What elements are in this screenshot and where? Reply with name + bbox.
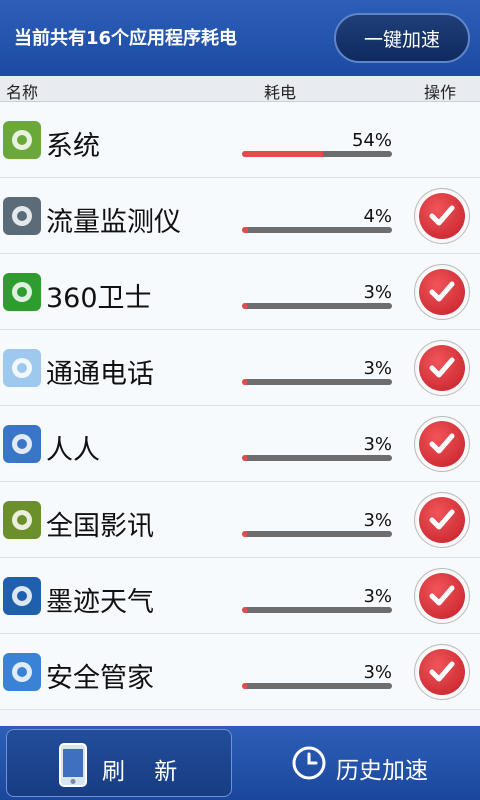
power-usage-bar bbox=[242, 455, 392, 461]
checkmark-icon bbox=[419, 573, 465, 619]
power-percent: 3% bbox=[363, 282, 392, 303]
kill-app-button[interactable] bbox=[414, 568, 470, 624]
power-usage-fill bbox=[242, 607, 247, 613]
kill-app-button[interactable] bbox=[414, 264, 470, 320]
checkmark-icon bbox=[419, 345, 465, 391]
app-name: 流量监测仪 bbox=[46, 207, 181, 238]
power-usage-bar bbox=[242, 227, 392, 233]
footer-bar: 刷 新 历史加速 bbox=[0, 726, 480, 800]
kill-app-button[interactable] bbox=[414, 340, 470, 396]
moji-weather-icon bbox=[3, 577, 41, 615]
app-row[interactable]: 360卫士 3% bbox=[0, 254, 480, 330]
app-name: 360卫士 bbox=[46, 283, 152, 314]
power-usage-fill bbox=[242, 227, 248, 233]
app-name: 安全管家 bbox=[46, 663, 154, 694]
refresh-label: 刷 新 bbox=[102, 759, 178, 785]
360-shield-icon bbox=[3, 273, 41, 311]
renren-icon bbox=[3, 425, 41, 463]
power-percent: 3% bbox=[363, 434, 392, 455]
power-percent: 3% bbox=[363, 510, 392, 531]
app-row[interactable]: 人人 3% bbox=[0, 406, 480, 482]
history-boost-button[interactable]: 历史加速 bbox=[240, 729, 474, 797]
kill-app-button[interactable] bbox=[414, 644, 470, 700]
app-row[interactable]: 全国影讯 3% bbox=[0, 482, 480, 558]
column-header: 名称 耗电 操作 bbox=[0, 76, 480, 102]
app-name: 墨迹天气 bbox=[46, 587, 154, 618]
power-percent: 4% bbox=[363, 206, 392, 227]
app-row[interactable]: 安全管家 3% bbox=[0, 634, 480, 710]
mtime-icon bbox=[3, 501, 41, 539]
column-name: 名称 bbox=[6, 83, 39, 102]
clock-icon bbox=[292, 746, 326, 780]
power-usage-bar bbox=[242, 683, 392, 689]
android-icon bbox=[3, 121, 41, 159]
app-row[interactable]: 墨迹天气 3% bbox=[0, 558, 480, 634]
phone-icon bbox=[59, 743, 87, 787]
speedometer-icon bbox=[3, 197, 41, 235]
one-key-boost-button[interactable]: 一键加速 bbox=[334, 13, 470, 63]
app-name: 通通电话 bbox=[46, 359, 154, 390]
power-usage-fill bbox=[242, 379, 247, 385]
app-row[interactable]: 流量监测仪 4% bbox=[0, 178, 480, 254]
power-percent: 3% bbox=[363, 586, 392, 607]
power-usage-fill bbox=[242, 531, 247, 537]
kill-app-button[interactable] bbox=[414, 492, 470, 548]
app-name: 全国影讯 bbox=[46, 511, 154, 542]
power-percent: 3% bbox=[363, 358, 392, 379]
checkmark-icon bbox=[419, 193, 465, 239]
kill-app-button[interactable] bbox=[414, 188, 470, 244]
app-name: 人人 bbox=[46, 435, 100, 466]
header-bar: 当前共有16个应用程序耗电 一键加速 bbox=[0, 0, 480, 76]
app-name: 系统 bbox=[46, 131, 100, 162]
checkmark-icon bbox=[419, 649, 465, 695]
column-power: 耗电 bbox=[264, 83, 297, 102]
power-percent: 54% bbox=[351, 130, 392, 151]
checkmark-icon bbox=[419, 269, 465, 315]
power-usage-bar bbox=[242, 531, 392, 537]
checkmark-icon bbox=[419, 497, 465, 543]
column-action: 操作 bbox=[424, 83, 457, 102]
power-usage-bar bbox=[242, 303, 392, 309]
history-label: 历史加速 bbox=[336, 758, 428, 784]
checkmark-icon bbox=[419, 421, 465, 467]
power-usage-fill bbox=[242, 683, 247, 689]
app-row[interactable]: 系统 54% bbox=[0, 102, 480, 178]
power-percent: 3% bbox=[363, 662, 392, 683]
app-row[interactable]: 通通电话 3% bbox=[0, 330, 480, 406]
app-list[interactable]: 系统 54% 流量监测仪 4% 360卫士 3% 通通电话 3% 人人 3% 全国影讯 3% 墨迹天气 3… bbox=[0, 102, 480, 726]
power-usage-bar bbox=[242, 607, 392, 613]
power-usage-bar bbox=[242, 379, 392, 385]
power-usage-fill bbox=[242, 455, 247, 461]
security-shield-icon bbox=[3, 653, 41, 691]
power-usage-fill bbox=[242, 303, 247, 309]
power-usage-bar bbox=[242, 151, 392, 157]
refresh-button[interactable]: 刷 新 bbox=[6, 729, 232, 797]
power-usage-fill bbox=[242, 151, 323, 157]
kill-app-button[interactable] bbox=[414, 416, 470, 472]
app-count-title: 当前共有16个应用程序耗电 bbox=[14, 28, 238, 49]
cloud-phone-icon bbox=[3, 349, 41, 387]
